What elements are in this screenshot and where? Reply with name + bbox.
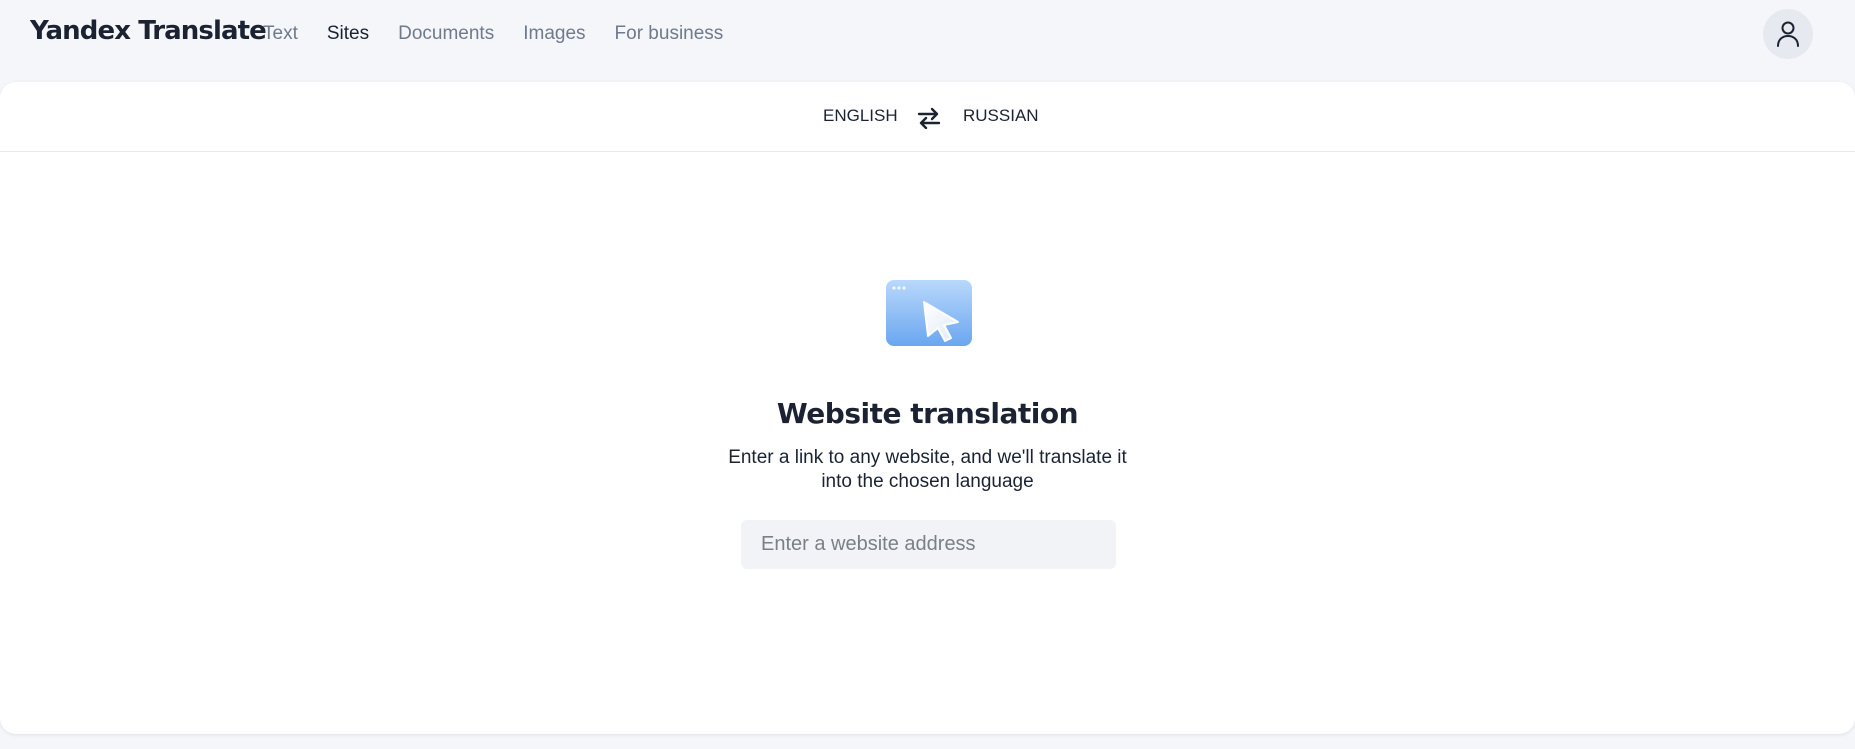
- user-icon: [1777, 21, 1799, 47]
- nav-item-text[interactable]: Text: [263, 23, 298, 45]
- target-language-selector[interactable]: RUSSIAN: [963, 106, 1039, 126]
- language-bar: ENGLISH RUSSIAN: [0, 82, 1855, 152]
- page-subtitle: Enter a link to any website, and we'll t…: [728, 447, 1127, 492]
- profile-button[interactable]: [1763, 9, 1813, 59]
- app-logo[interactable]: Yandex Translate: [30, 16, 267, 46]
- nav-item-sites[interactable]: Sites: [327, 23, 369, 45]
- nav-item-images[interactable]: Images: [523, 23, 585, 45]
- translation-card: ENGLISH RUSSIAN Website translation Ente: [0, 82, 1855, 734]
- main-nav: Text Sites Documents Images For business: [263, 23, 723, 45]
- browser-window-cursor-icon: [886, 280, 972, 346]
- top-header: Yandex Translate Text Sites Documents Im…: [0, 0, 1855, 82]
- swap-languages-button[interactable]: [915, 104, 943, 132]
- source-language-selector[interactable]: ENGLISH: [823, 106, 898, 126]
- swap-arrows-icon: [917, 107, 941, 129]
- page-title: Website translation: [776, 397, 1079, 430]
- nav-item-documents[interactable]: Documents: [398, 23, 494, 45]
- website-address-input[interactable]: [741, 520, 1116, 569]
- nav-item-for-business[interactable]: For business: [615, 23, 724, 45]
